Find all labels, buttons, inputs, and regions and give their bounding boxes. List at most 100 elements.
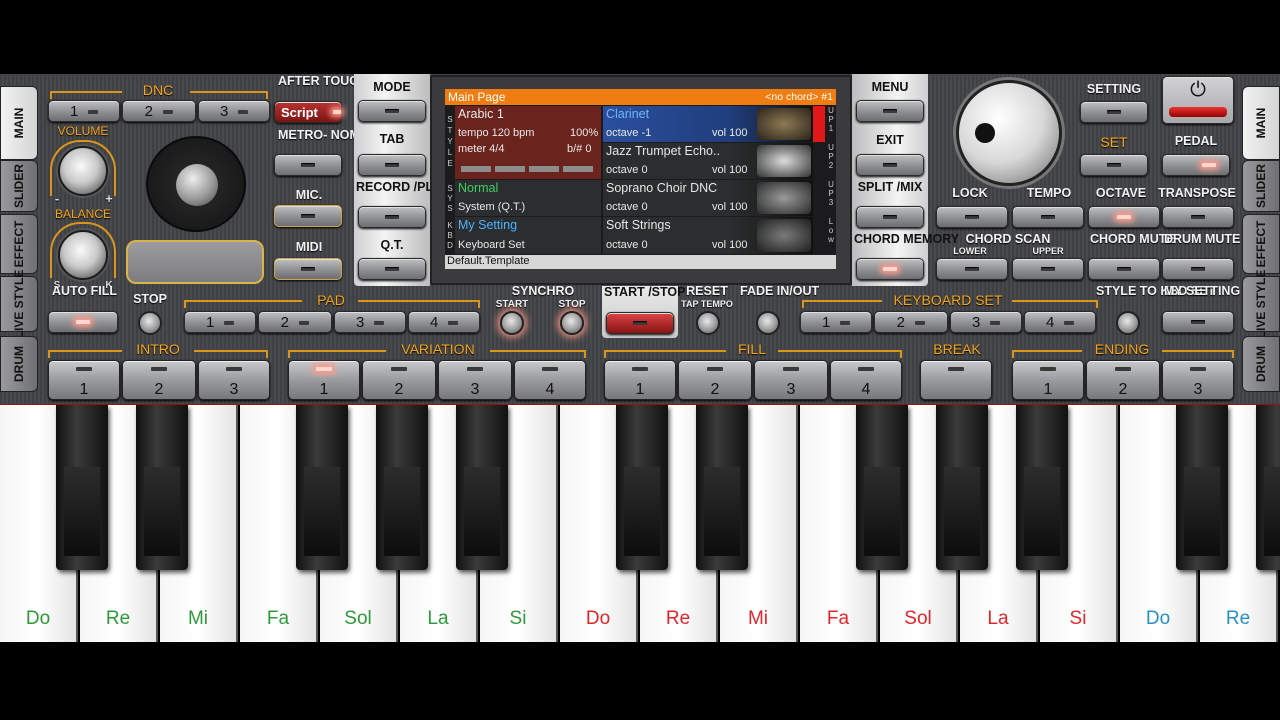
- black-key[interactable]: [296, 405, 348, 570]
- split-mix-button[interactable]: [856, 206, 924, 228]
- joystick-ball[interactable]: [176, 164, 218, 206]
- set-button[interactable]: [1080, 154, 1148, 176]
- record-play-button[interactable]: [358, 206, 426, 228]
- joystick-pad[interactable]: [146, 136, 246, 232]
- chord-memory-button[interactable]: [856, 258, 924, 280]
- start-stop-button[interactable]: [606, 312, 674, 334]
- pad-button-2[interactable]: 2: [258, 311, 332, 333]
- power-button[interactable]: ⏻: [1162, 76, 1234, 124]
- volume-knob[interactable]: [58, 146, 108, 196]
- variation-label: VARIATION: [401, 341, 475, 357]
- fill-button-2[interactable]: 2: [678, 360, 752, 400]
- dnc-button-3[interactable]: 3: [198, 100, 270, 122]
- mode-button[interactable]: [358, 100, 426, 122]
- fill-button-3[interactable]: 3: [754, 360, 828, 400]
- exit-button[interactable]: [856, 154, 924, 176]
- drum-mute-button[interactable]: [1162, 258, 1234, 280]
- black-key[interactable]: [376, 405, 428, 570]
- mic-button[interactable]: [274, 205, 342, 227]
- tab-button[interactable]: [358, 154, 426, 176]
- synchro-start-knob[interactable]: [500, 311, 524, 335]
- tab-live-style-right[interactable]: LIVE STYLE: [1242, 270, 1280, 338]
- dnc-button-2[interactable]: 2: [122, 100, 196, 122]
- tab-effect-right[interactable]: EFFECT: [1242, 214, 1280, 274]
- black-key[interactable]: [936, 405, 988, 570]
- black-key[interactable]: [696, 405, 748, 570]
- variation-button-4[interactable]: 4: [514, 360, 586, 400]
- upper-label: UPPER: [1032, 246, 1064, 256]
- voice-3-name: Soprano Choir DNC: [606, 181, 718, 195]
- script-button[interactable]: Script: [274, 101, 342, 123]
- black-key[interactable]: [1016, 405, 1068, 570]
- black-key[interactable]: [1176, 405, 1228, 570]
- pad-button-1[interactable]: 1: [184, 311, 256, 333]
- balance-knob[interactable]: [58, 230, 108, 280]
- tab-slider-right[interactable]: SLIDER: [1242, 160, 1280, 212]
- octave-label: OCTAVE: [1095, 186, 1147, 200]
- tab-live-style-left[interactable]: LIVE STYLE: [0, 270, 38, 338]
- voice-4-octave: octave 0: [606, 239, 648, 251]
- my-setting-button[interactable]: [1162, 311, 1234, 333]
- tab-drum-left[interactable]: DRUM: [0, 336, 38, 392]
- black-key[interactable]: [56, 405, 108, 570]
- transpose-button[interactable]: [1162, 206, 1234, 228]
- auto-fill-button[interactable]: [48, 311, 118, 333]
- keyboard-set-button-3[interactable]: 3: [950, 311, 1022, 333]
- dnc-button-1[interactable]: 1: [48, 100, 120, 122]
- chord-mute-button[interactable]: [1088, 258, 1160, 280]
- keyboard-set-button-1[interactable]: 1: [800, 311, 872, 333]
- fill-button-1[interactable]: 1: [604, 360, 676, 400]
- pad-button-4[interactable]: 4: [408, 311, 480, 333]
- fill-button-4[interactable]: 4: [830, 360, 902, 400]
- style-to-kbd-knob[interactable]: [1116, 311, 1140, 335]
- metronome-label: METRO- NOME: [278, 128, 369, 142]
- fade-knob[interactable]: [756, 311, 780, 335]
- black-key[interactable]: [136, 405, 188, 570]
- tab-slider-left[interactable]: SLIDER: [0, 160, 38, 212]
- setting-button[interactable]: [1080, 101, 1148, 123]
- chord-scan-lower-button[interactable]: [936, 258, 1008, 280]
- ending-button-3[interactable]: 3: [1162, 360, 1234, 400]
- intro-button-1[interactable]: 1: [48, 360, 120, 400]
- variation-button-3[interactable]: 3: [438, 360, 512, 400]
- ending-button-2[interactable]: 2: [1086, 360, 1160, 400]
- tab-effect-left[interactable]: EFFECT: [0, 214, 38, 274]
- keyboard-set-button-2[interactable]: 2: [874, 311, 948, 333]
- pedal-button[interactable]: [1162, 154, 1230, 176]
- black-key[interactable]: [856, 405, 908, 570]
- intro-button-3[interactable]: 3: [198, 360, 270, 400]
- tab-main-left[interactable]: MAIN: [0, 86, 38, 160]
- tab-drum-right[interactable]: DRUM: [1242, 336, 1280, 392]
- variation-button-2[interactable]: 2: [362, 360, 436, 400]
- pad-button-3[interactable]: 3: [334, 311, 406, 333]
- pad-stop-label: STOP: [133, 292, 167, 306]
- intro-button-2[interactable]: 2: [122, 360, 196, 400]
- keyboard-set-button-4[interactable]: 4: [1024, 311, 1096, 333]
- chord-scan-upper-button[interactable]: [1012, 258, 1084, 280]
- tab-main-right[interactable]: MAIN: [1242, 86, 1280, 160]
- menu-button[interactable]: [856, 100, 924, 122]
- black-key[interactable]: [616, 405, 668, 570]
- black-key[interactable]: [456, 405, 508, 570]
- data-dial[interactable]: [956, 80, 1062, 186]
- pad-stop-knob[interactable]: [138, 311, 162, 335]
- black-key[interactable]: [1256, 405, 1280, 570]
- break-button[interactable]: [920, 360, 992, 400]
- reset-knob[interactable]: [696, 311, 720, 335]
- lock-button[interactable]: [936, 206, 1008, 228]
- voice-2-octave: octave 0: [606, 164, 648, 176]
- qt-button[interactable]: [358, 258, 426, 280]
- midi-button[interactable]: [274, 258, 342, 280]
- synchro-stop-knob[interactable]: [560, 311, 584, 335]
- tempo-button[interactable]: [1012, 206, 1084, 228]
- key-note-label: Sol: [344, 608, 372, 629]
- variation-button-1[interactable]: 1: [288, 360, 360, 400]
- dnc-line-left: [50, 91, 122, 99]
- pedal-label: PEDAL: [1174, 134, 1218, 148]
- lcd-screen: Main Page <no chord> #1 S T Y L E Arabic…: [445, 89, 836, 269]
- ribbon-controller[interactable]: [126, 240, 264, 284]
- metronome-button[interactable]: [274, 154, 342, 176]
- fill-line-right: [778, 350, 902, 358]
- octave-button[interactable]: [1088, 206, 1160, 228]
- ending-button-1[interactable]: 1: [1012, 360, 1084, 400]
